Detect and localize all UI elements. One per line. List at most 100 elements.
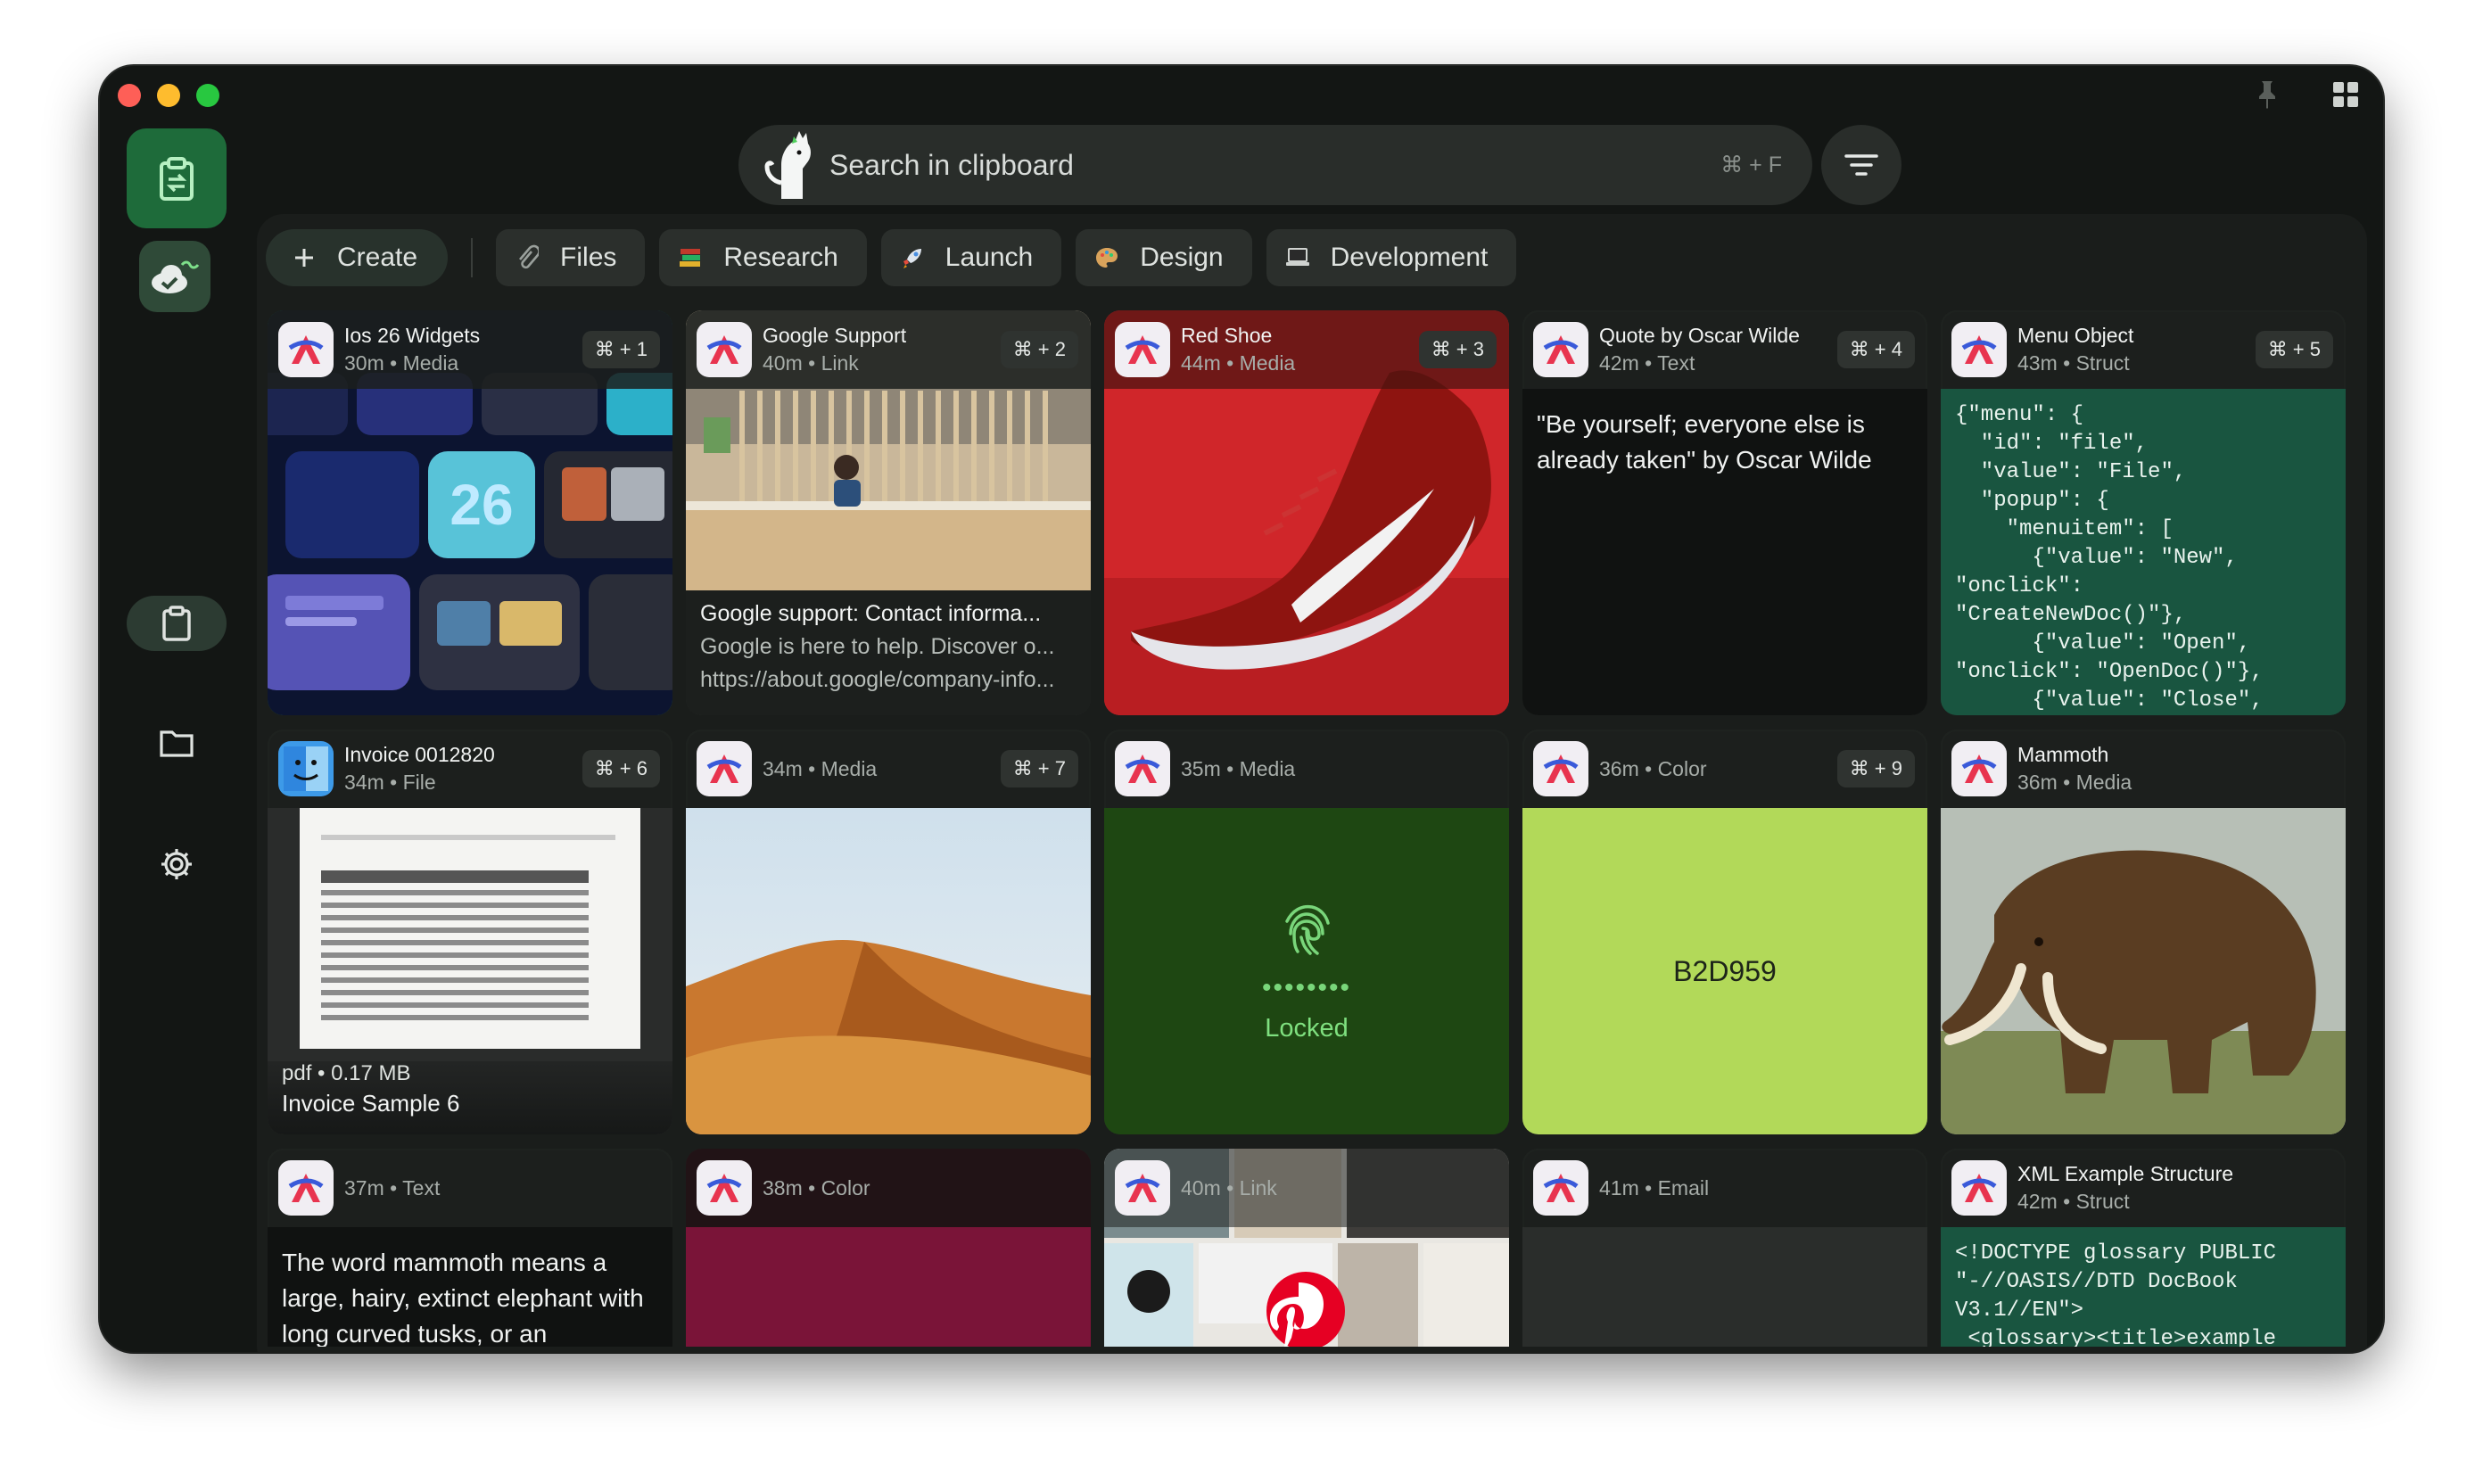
clip-card-locked[interactable]: 35m • Media •••••••• Locked bbox=[1104, 730, 1509, 1134]
clip-card-google-support[interactable]: Google Support 40m • Link ⌘ + 2 Google s… bbox=[686, 310, 1091, 715]
create-chip[interactable]: Create bbox=[266, 229, 449, 286]
clip-card-invoice[interactable]: Invoice 0012820 34m • File ⌘ + 6 pdf • 0… bbox=[268, 730, 672, 1134]
card-meta: 36m • Color bbox=[1599, 756, 1707, 780]
clip-card-pinterest[interactable]: 40m • Link bbox=[1104, 1149, 1509, 1347]
clip-card-xml[interactable]: XML Example Structure 42m • Struct <!DOC… bbox=[1941, 1149, 2346, 1347]
card-header: 40m • Link bbox=[1104, 1149, 1509, 1227]
clip-grid: Ios 26 Widgets 30m • Media ⌘ + 1 26 Goog… bbox=[268, 310, 2347, 1347]
file-info: pdf • 0.17 MB Invoice Sample 6 bbox=[268, 1061, 672, 1134]
sidebar-settings-button[interactable] bbox=[127, 837, 227, 892]
masked-content: •••••••• bbox=[1261, 972, 1352, 1002]
app-avatar-icon bbox=[1533, 1160, 1588, 1216]
clip-card-color-crimson[interactable]: 38m • Color bbox=[686, 1149, 1091, 1347]
files-chip[interactable]: Files bbox=[496, 229, 646, 286]
sidebar-folders-button[interactable] bbox=[127, 715, 227, 771]
card-meta: 30m • Media bbox=[344, 351, 459, 375]
search-input[interactable]: Search in clipboard bbox=[829, 149, 1720, 182]
app-avatar-icon bbox=[1533, 741, 1588, 796]
svg-text:26: 26 bbox=[450, 473, 513, 537]
card-meta: 43m • Struct bbox=[2017, 351, 2130, 375]
card-header: 35m • Media bbox=[1104, 730, 1509, 808]
card-title: Invoice 0012820 bbox=[344, 743, 495, 766]
card-meta: 40m • Link bbox=[763, 351, 859, 375]
card-meta: 34m • Media bbox=[763, 756, 878, 780]
clip-card-menu-object[interactable]: Menu Object 43m • Struct ⌘ + 5 {"menu": … bbox=[1941, 310, 2346, 715]
cloud-check-icon bbox=[152, 260, 200, 293]
card-meta: 42m • Text bbox=[1599, 351, 1695, 375]
file-meta: pdf • 0.17 MB bbox=[282, 1061, 411, 1085]
card-meta: 40m • Link bbox=[1181, 1175, 1277, 1200]
link-url: https://about.google/company-info... bbox=[700, 667, 1055, 692]
app-avatar-icon bbox=[278, 322, 334, 377]
app-avatar-icon bbox=[697, 322, 752, 377]
finder-icon bbox=[278, 741, 334, 796]
laptop-icon bbox=[1284, 244, 1311, 271]
card-header: Mammoth 36m • Media bbox=[1941, 730, 2346, 808]
card-shortcut: ⌘ + 1 bbox=[582, 331, 660, 368]
clip-text: "Be yourself; everyone else is already t… bbox=[1522, 389, 1927, 715]
research-chip[interactable]: Research bbox=[659, 229, 867, 286]
card-meta: 41m • Email bbox=[1599, 1175, 1710, 1200]
card-shortcut: ⌘ + 6 bbox=[582, 750, 660, 787]
card-title: Google Support bbox=[763, 324, 907, 347]
cat-mascot-icon bbox=[746, 125, 826, 205]
card-meta: 38m • Color bbox=[763, 1175, 870, 1200]
books-icon bbox=[677, 244, 704, 271]
app-avatar-icon bbox=[1115, 322, 1170, 377]
locked-content: •••••••• Locked bbox=[1104, 808, 1509, 1134]
card-meta: 44m • Media bbox=[1181, 351, 1296, 375]
card-shortcut: ⌘ + 5 bbox=[2255, 331, 2333, 368]
pin-icon[interactable] bbox=[2248, 75, 2287, 114]
clipboard-icon bbox=[162, 606, 191, 641]
sidebar-clipboard-button[interactable] bbox=[127, 596, 227, 651]
card-shortcut: ⌘ + 7 bbox=[1000, 750, 1078, 787]
email-preview bbox=[1522, 1227, 1927, 1347]
clip-card-desert[interactable]: 34m • Media ⌘ + 7 bbox=[686, 730, 1091, 1134]
plus-icon bbox=[291, 244, 318, 271]
card-header: Red Shoe 44m • Media ⌘ + 3 bbox=[1104, 310, 1509, 389]
development-chip[interactable]: Development bbox=[1266, 229, 1517, 286]
clip-card-quote[interactable]: Quote by Oscar Wilde 42m • Text ⌘ + 4 "B… bbox=[1522, 310, 1927, 715]
card-meta: 34m • File bbox=[344, 771, 436, 794]
card-header: 36m • Color ⌘ + 9 bbox=[1522, 730, 1927, 808]
chip-label: Create bbox=[337, 243, 418, 272]
card-header: Menu Object 43m • Struct ⌘ + 5 bbox=[1941, 310, 2346, 389]
card-title: Red Shoe bbox=[1181, 324, 1273, 347]
color-swatch bbox=[686, 1227, 1091, 1347]
clip-card-color-green[interactable]: 36m • Color ⌘ + 9 B2D959 bbox=[1522, 730, 1927, 1134]
app-avatar-icon bbox=[697, 741, 752, 796]
fingerprint-icon bbox=[1285, 904, 1330, 955]
card-header: 37m • Text bbox=[268, 1149, 672, 1227]
card-shortcut: ⌘ + 4 bbox=[1836, 331, 1915, 368]
card-meta: 36m • Media bbox=[2017, 771, 2132, 794]
clip-card-mammoth[interactable]: Mammoth 36m • Media bbox=[1941, 730, 2346, 1134]
clipboard-sync-icon bbox=[160, 157, 194, 201]
design-chip[interactable]: Design bbox=[1076, 229, 1252, 286]
clip-card-red-shoe[interactable]: Red Shoe 44m • Media ⌘ + 3 bbox=[1104, 310, 1509, 715]
card-header: Invoice 0012820 34m • File ⌘ + 6 bbox=[268, 730, 672, 808]
sidebar-sync-button[interactable] bbox=[139, 241, 210, 312]
clip-card-ios-widgets[interactable]: Ios 26 Widgets 30m • Media ⌘ + 1 26 bbox=[268, 310, 672, 715]
chip-label: Development bbox=[1330, 243, 1489, 272]
link-description: Google is here to help. Discover o... bbox=[700, 634, 1055, 659]
filter-icon bbox=[1844, 154, 1878, 176]
card-title: Ios 26 Widgets bbox=[344, 324, 481, 347]
card-title: Mammoth bbox=[2017, 743, 2109, 766]
launch-chip[interactable]: Launch bbox=[880, 229, 1062, 286]
chip-label: Files bbox=[560, 243, 617, 272]
color-hex-label: B2D959 bbox=[1673, 954, 1777, 987]
filter-button[interactable] bbox=[1821, 125, 1901, 205]
mammoth-image bbox=[1941, 808, 2346, 1134]
collection-chips: Create Files Research Launch Design Deve… bbox=[266, 228, 1517, 287]
layout-grid-icon[interactable] bbox=[2326, 75, 2365, 114]
sidebar-clipboard-history-button[interactable] bbox=[127, 128, 227, 228]
clip-code: <!DOCTYPE glossary PUBLIC "-//OASIS//DTD… bbox=[1941, 1227, 2346, 1347]
clip-card-mammoth-text[interactable]: 37m • Text The word mammoth means a larg… bbox=[268, 1149, 672, 1347]
color-swatch: B2D959 bbox=[1522, 808, 1927, 1134]
card-header: XML Example Structure 42m • Struct bbox=[1941, 1149, 2346, 1227]
clip-card-email[interactable]: 41m • Email bbox=[1522, 1149, 1927, 1347]
app-avatar-icon bbox=[1115, 741, 1170, 796]
palette-icon bbox=[1093, 244, 1120, 271]
search-bar[interactable]: Search in clipboard ⌘ + F bbox=[738, 125, 1812, 205]
app-avatar-icon bbox=[1951, 322, 2007, 377]
